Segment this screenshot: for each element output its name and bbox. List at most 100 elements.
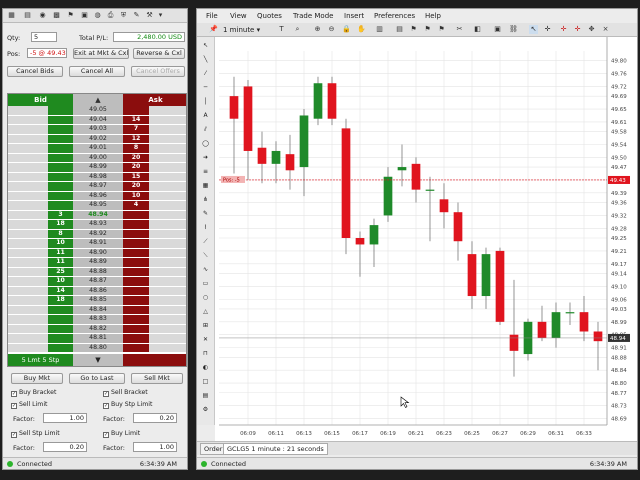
ask-order-cell[interactable] — [149, 201, 186, 210]
ladder-row[interactable]: 11 48.89 — [8, 258, 186, 267]
bid-size-cell[interactable]: 18 — [48, 296, 73, 305]
price-cell[interactable]: 48.86 — [73, 286, 123, 296]
ask-order-cell[interactable] — [149, 305, 186, 315]
ask-order-cell[interactable] — [149, 286, 186, 296]
ask-size-cell[interactable] — [123, 239, 149, 248]
tools-icon[interactable]: ✂ — [455, 25, 464, 34]
price-cell[interactable]: 48.96 — [73, 191, 123, 201]
bid-order-cell[interactable] — [8, 220, 48, 229]
ladder-row[interactable]: 10 48.87 — [8, 277, 186, 286]
ask-order-cell[interactable] — [149, 258, 186, 267]
crosshair-red-icon[interactable]: ✛ — [559, 25, 568, 34]
ask-size-cell[interactable] — [123, 220, 149, 229]
flag-red-icon[interactable]: ⚑ — [437, 25, 446, 34]
bid-order-cell[interactable] — [8, 248, 48, 258]
bid-order-cell[interactable] — [8, 277, 48, 286]
factor-stepper-2[interactable]: 0.20 — [133, 413, 177, 423]
cursor-icon[interactable]: ↖ — [529, 25, 538, 34]
bid-size-cell[interactable]: 10 — [48, 277, 73, 286]
price-cell[interactable]: 48.98 — [73, 172, 123, 182]
ladder-row[interactable]: 49.00 20 — [8, 153, 186, 163]
ask-size-cell[interactable]: 10 — [123, 191, 149, 201]
close-icon[interactable]: × — [601, 25, 610, 34]
ladder-row[interactable]: 48.95 4 — [8, 201, 186, 210]
measure-tool-icon[interactable]: ⊞ — [201, 321, 210, 330]
factor-stepper-1[interactable]: 1.00 — [43, 413, 87, 423]
list-icon[interactable]: ▤ — [23, 11, 32, 20]
price-cell[interactable]: 48.94 — [73, 210, 123, 220]
ladder-row[interactable]: 49.04 14 — [8, 115, 186, 125]
flag-icon[interactable]: ⚑ — [66, 11, 75, 20]
grid-tool-icon[interactable]: ▦ — [201, 181, 210, 190]
window-icon[interactable]: ▣ — [80, 11, 89, 20]
ladder-row[interactable]: 48.80 — [8, 343, 186, 353]
menu-item-view[interactable]: View — [230, 12, 247, 20]
color-icon[interactable]: ◧ — [473, 25, 482, 34]
line-tool-icon[interactable]: ╲ — [201, 55, 210, 64]
bid-order-cell[interactable] — [8, 172, 48, 182]
settings-icon[interactable]: ▦ — [7, 11, 16, 20]
ladder-row[interactable]: 49.05 — [8, 106, 186, 115]
pin-icon[interactable]: 📌 — [209, 25, 218, 34]
bid-order-cell[interactable] — [8, 153, 48, 163]
sell-mkt-button[interactable]: Sell Mkt — [131, 373, 183, 384]
ask-order-cell[interactable] — [149, 153, 186, 163]
sell-limit-checkbox[interactable]: ✓ Sell Limit — [11, 401, 47, 409]
bid-order-cell[interactable] — [8, 229, 48, 239]
bid-size-cell[interactable]: 11 — [48, 248, 73, 258]
bid-order-cell[interactable] — [8, 334, 48, 343]
ladder-row[interactable]: 48.81 — [8, 334, 186, 343]
ladder-row[interactable]: 49.02 12 — [8, 134, 186, 144]
layers-tool-icon[interactable]: ▤ — [201, 391, 210, 400]
ask-size-cell[interactable] — [123, 277, 149, 286]
ladder-row[interactable]: 18 48.85 — [8, 296, 186, 305]
ask-order-cell[interactable] — [149, 163, 186, 172]
price-cell[interactable]: 48.91 — [73, 239, 123, 248]
bid-order-cell[interactable] — [8, 191, 48, 201]
ladder-row[interactable]: 48.83 — [8, 315, 186, 324]
bid-order-cell[interactable] — [8, 286, 48, 296]
link-icon[interactable]: ⛓ — [509, 25, 518, 34]
circle-tool-icon[interactable]: ○ — [201, 293, 210, 302]
price-cell[interactable]: 49.04 — [73, 115, 123, 125]
menu-item-preferences[interactable]: Preferences — [374, 12, 415, 20]
exit-at-mkt-button[interactable]: Exit at Mkt & Cxl — [73, 48, 129, 59]
qty-stepper[interactable]: 5 — [31, 32, 57, 42]
settings-tool-icon[interactable]: ⚙ — [201, 405, 210, 414]
menu-item-file[interactable]: File — [206, 12, 218, 20]
buy-bracket-checkbox[interactable]: ✓ Buy Bracket — [11, 389, 56, 397]
bid-order-cell[interactable] — [8, 305, 48, 315]
ask-size-cell[interactable] — [123, 258, 149, 267]
ask-size-cell[interactable] — [123, 324, 149, 334]
ask-size-cell[interactable] — [123, 248, 149, 258]
bid-size-cell[interactable] — [48, 182, 73, 191]
box-tool-icon[interactable]: □ — [201, 377, 210, 386]
price-cell[interactable]: 48.85 — [73, 296, 123, 305]
ask-size-cell[interactable] — [123, 106, 149, 115]
buy-limit-checkbox[interactable]: ✓ Buy Limit — [103, 430, 140, 438]
fan-tool-icon[interactable]: ⟋ — [201, 237, 210, 246]
bid-order-cell[interactable] — [8, 163, 48, 172]
vline-tool-icon[interactable]: │ — [201, 97, 210, 106]
bid-size-cell[interactable]: 18 — [48, 220, 73, 229]
sell-stp-limit-checkbox[interactable]: ✓ Sell Stp Limit — [11, 430, 60, 438]
ellipse-tool-icon[interactable]: ◯ — [201, 139, 210, 148]
ask-size-cell[interactable]: 7 — [123, 125, 149, 134]
ladder-row[interactable]: 25 48.88 — [8, 267, 186, 277]
price-cell[interactable]: 48.97 — [73, 182, 123, 191]
channel-tool-icon[interactable]: ⫽ — [201, 125, 210, 134]
drawing-icon[interactable]: ✎ — [132, 11, 141, 20]
circle-icon[interactable]: ◉ — [38, 11, 47, 20]
bid-order-cell[interactable] — [8, 115, 48, 125]
ask-order-cell[interactable] — [149, 106, 186, 115]
bid-size-cell[interactable]: 3 — [48, 210, 73, 220]
text-tool-icon[interactable]: A — [201, 111, 210, 120]
cancel-offers-button[interactable]: Cancel Offers — [131, 66, 185, 77]
ask-size-cell[interactable]: 20 — [123, 163, 149, 172]
factor-stepper-4[interactable]: 1.00 — [133, 442, 177, 452]
cancel-bids-button[interactable]: Cancel Bids — [7, 66, 63, 77]
ask-size-cell[interactable] — [123, 229, 149, 239]
buy-mkt-button[interactable]: Buy Mkt — [11, 373, 63, 384]
bid-size-cell[interactable] — [48, 315, 73, 324]
ladder-row[interactable]: 14 48.86 — [8, 286, 186, 296]
